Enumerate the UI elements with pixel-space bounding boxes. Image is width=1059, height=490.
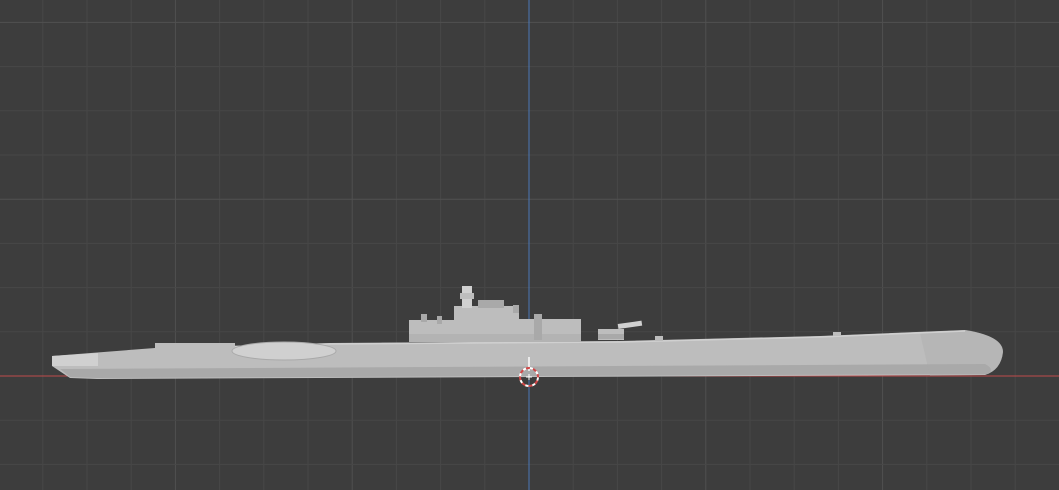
bow-cleat xyxy=(833,332,841,336)
deck-gun-shield xyxy=(598,334,624,339)
tower-detail-1 xyxy=(513,305,519,313)
antenna-block xyxy=(421,314,427,322)
aft-deck-casing xyxy=(155,343,235,351)
rail-post-1 xyxy=(437,316,442,324)
mast-cap xyxy=(460,293,474,299)
bridge-front xyxy=(478,300,504,308)
viewport-canvas[interactable] xyxy=(0,0,1059,490)
tower-shadow xyxy=(409,334,581,342)
deck-fitting xyxy=(655,336,663,341)
3d-viewport[interactable] xyxy=(0,0,1059,490)
